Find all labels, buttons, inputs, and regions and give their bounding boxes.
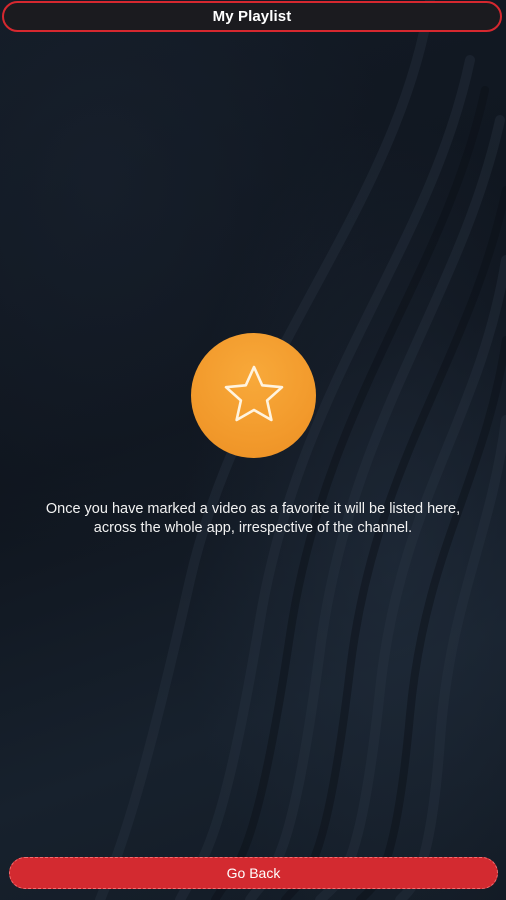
header-bar: My Playlist (2, 1, 502, 32)
page-title: My Playlist (212, 8, 292, 25)
empty-state-message-line1: Once you have marked a video as a favori… (45, 501, 461, 517)
empty-state-message: Once you have marked a video as a favori… (10, 500, 496, 538)
favorite-badge (191, 333, 316, 458)
empty-state-message-line2: across the whole app, irrespective of th… (93, 520, 413, 536)
go-back-button[interactable]: Go Back (9, 857, 498, 889)
star-icon (224, 365, 283, 421)
